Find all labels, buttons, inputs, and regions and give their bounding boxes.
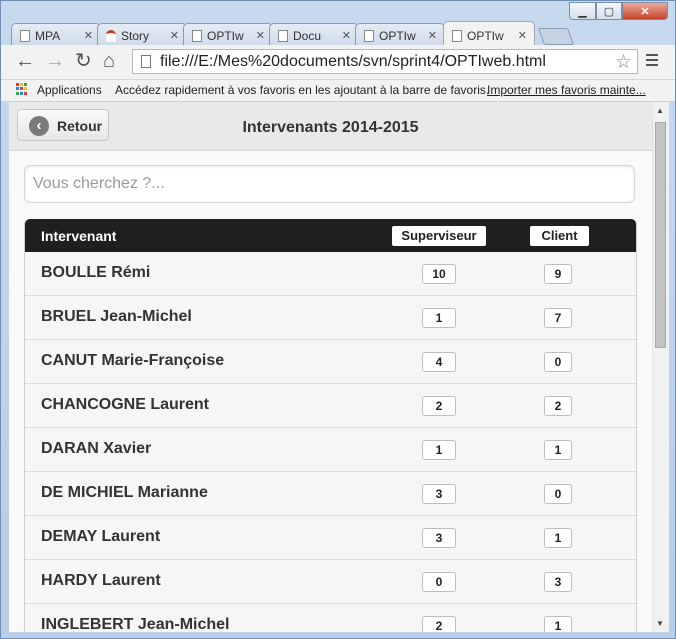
scrollbar-thumb[interactable] xyxy=(655,122,666,348)
page-header: ‹ Retour Intervenants 2014-2015 xyxy=(9,102,652,151)
superviseur-count-badge: 1 xyxy=(422,308,456,328)
superviseur-count-badge: 2 xyxy=(422,396,456,416)
tab-label: OPTIw xyxy=(467,29,504,43)
client-count-badge: 0 xyxy=(544,484,572,504)
address-bar[interactable]: file:///E:/Mes%20documents/svn/sprint4/O… xyxy=(132,49,638,74)
tab-mpa[interactable]: MPA ✕ xyxy=(11,23,101,46)
scroll-down-icon[interactable]: ▼ xyxy=(656,619,664,628)
client-count-badge: 1 xyxy=(544,440,572,460)
page-icon xyxy=(192,30,202,42)
scrollbar[interactable]: ▲ ▼ xyxy=(652,102,669,632)
page-content: ‹ Retour Intervenants 2014-2015 Interven… xyxy=(9,102,652,632)
minimize-icon[interactable]: ▁ xyxy=(569,2,596,20)
tab-document[interactable]: Docu ✕ xyxy=(269,23,359,46)
column-intervenant: Intervenant xyxy=(41,228,117,244)
page-icon xyxy=(20,30,30,42)
home-icon[interactable]: ⌂ xyxy=(103,51,115,71)
table-row[interactable]: DEMAY Laurent 3 1 xyxy=(25,516,636,560)
browser-toolbar: ← → ↻ ⌂ file:///E:/Mes%20documents/svn/s… xyxy=(1,45,675,80)
page-icon xyxy=(452,30,462,42)
bookmarks-hint: Accédez rapidement à vos favoris en les … xyxy=(115,83,490,97)
intervenant-name: CHANCOGNE Laurent xyxy=(41,396,210,413)
intervenant-name: BOULLE Rémi xyxy=(41,264,151,281)
back-arrow-icon[interactable]: ← xyxy=(15,51,35,71)
close-tab-icon[interactable]: ✕ xyxy=(84,29,93,42)
reload-icon[interactable]: ↻ xyxy=(75,51,92,71)
table-row[interactable]: CHANCOGNE Laurent 2 2 xyxy=(25,384,636,428)
client-count-badge: 1 xyxy=(544,616,572,632)
menu-icon[interactable] xyxy=(646,54,658,69)
column-superviseur-button[interactable]: Superviseur xyxy=(392,226,486,246)
intervenant-name: INGLEBERT Jean-Michel xyxy=(41,616,230,632)
table-row[interactable]: BRUEL Jean-Michel 1 7 xyxy=(25,296,636,340)
client-count-badge: 2 xyxy=(544,396,572,416)
column-client-button[interactable]: Client xyxy=(530,226,589,246)
client-count-badge: 0 xyxy=(544,352,572,372)
scroll-up-icon[interactable]: ▲ xyxy=(656,106,664,115)
maximize-icon[interactable]: ▢ xyxy=(596,2,622,20)
url-text: file:///E:/Mes%20documents/svn/sprint4/O… xyxy=(160,53,546,70)
intervenant-name: DE MICHIEL Marianne xyxy=(41,484,208,501)
close-tab-icon[interactable]: ✕ xyxy=(342,29,351,42)
superviseur-count-badge: 1 xyxy=(422,440,456,460)
forward-arrow-icon[interactable]: → xyxy=(45,51,65,71)
tab-label: Docu xyxy=(293,29,322,43)
tab-optiweb-active[interactable]: OPTIw ✕ xyxy=(443,21,535,47)
intervenant-name: DARAN Xavier xyxy=(41,440,152,457)
tab-label: MPA xyxy=(35,29,61,43)
superviseur-count-badge: 0 xyxy=(422,572,456,592)
window-controls: ▁ ▢ ✕ xyxy=(569,2,668,20)
intervenant-name: CANUT Marie-Françoise xyxy=(41,352,225,369)
superviseur-count-badge: 3 xyxy=(422,528,456,548)
tab-optiweb-1[interactable]: OPTIw ✕ xyxy=(183,23,273,46)
close-tab-icon[interactable]: ✕ xyxy=(170,29,179,42)
intervenants-table: Intervenant Superviseur Client BOULLE Ré… xyxy=(24,219,637,632)
table-row[interactable]: CANUT Marie-Françoise 4 0 xyxy=(25,340,636,384)
client-count-badge: 9 xyxy=(544,264,572,284)
table-header: Intervenant Superviseur Client xyxy=(25,219,636,252)
page-icon xyxy=(278,30,288,42)
tab-optiweb-2[interactable]: OPTIw ✕ xyxy=(355,23,445,46)
close-tab-icon[interactable]: ✕ xyxy=(518,29,527,42)
new-tab-button[interactable] xyxy=(537,28,575,45)
search-input[interactable] xyxy=(24,165,635,203)
table-row[interactable]: INGLEBERT Jean-Michel 2 1 xyxy=(25,604,636,632)
table-row[interactable]: DE MICHIEL Marianne 3 0 xyxy=(25,472,636,516)
page-title: Intervenants 2014-2015 xyxy=(242,119,419,136)
bookmarks-bar: Applications Accédez rapidement à vos fa… xyxy=(1,80,675,102)
close-tab-icon[interactable]: ✕ xyxy=(256,29,265,42)
close-tab-icon[interactable]: ✕ xyxy=(428,29,437,42)
superviseur-count-badge: 3 xyxy=(422,484,456,504)
tab-label: OPTIw xyxy=(379,29,416,43)
tab-label: Story xyxy=(121,29,150,43)
tab-label: OPTIw xyxy=(207,29,244,43)
intervenant-name: HARDY Laurent xyxy=(41,572,161,589)
close-icon[interactable]: ✕ xyxy=(622,2,668,20)
client-count-badge: 7 xyxy=(544,308,572,328)
page-icon xyxy=(141,55,151,68)
star-icon[interactable]: ☆ xyxy=(615,51,632,74)
page-icon xyxy=(364,30,374,42)
tab-story[interactable]: Story ✕ xyxy=(97,23,187,46)
intervenant-name: BRUEL Jean-Michel xyxy=(41,308,192,325)
table-row[interactable]: HARDY Laurent 0 3 xyxy=(25,560,636,604)
table-row[interactable]: BOULLE Rémi 10 9 xyxy=(25,252,636,296)
apps-link[interactable]: Applications xyxy=(37,83,102,97)
apps-grid-icon[interactable] xyxy=(16,83,28,95)
superviseur-count-badge: 4 xyxy=(422,352,456,372)
table-row[interactable]: DARAN Xavier 1 1 xyxy=(25,428,636,472)
import-bookmarks-link[interactable]: Importer mes favoris mainte... xyxy=(487,83,646,97)
story-icon xyxy=(106,30,116,42)
client-count-badge: 3 xyxy=(544,572,572,592)
client-count-badge: 1 xyxy=(544,528,572,548)
superviseur-count-badge: 2 xyxy=(422,616,456,632)
intervenant-name: DEMAY Laurent xyxy=(41,528,161,545)
superviseur-count-badge: 10 xyxy=(422,264,456,284)
